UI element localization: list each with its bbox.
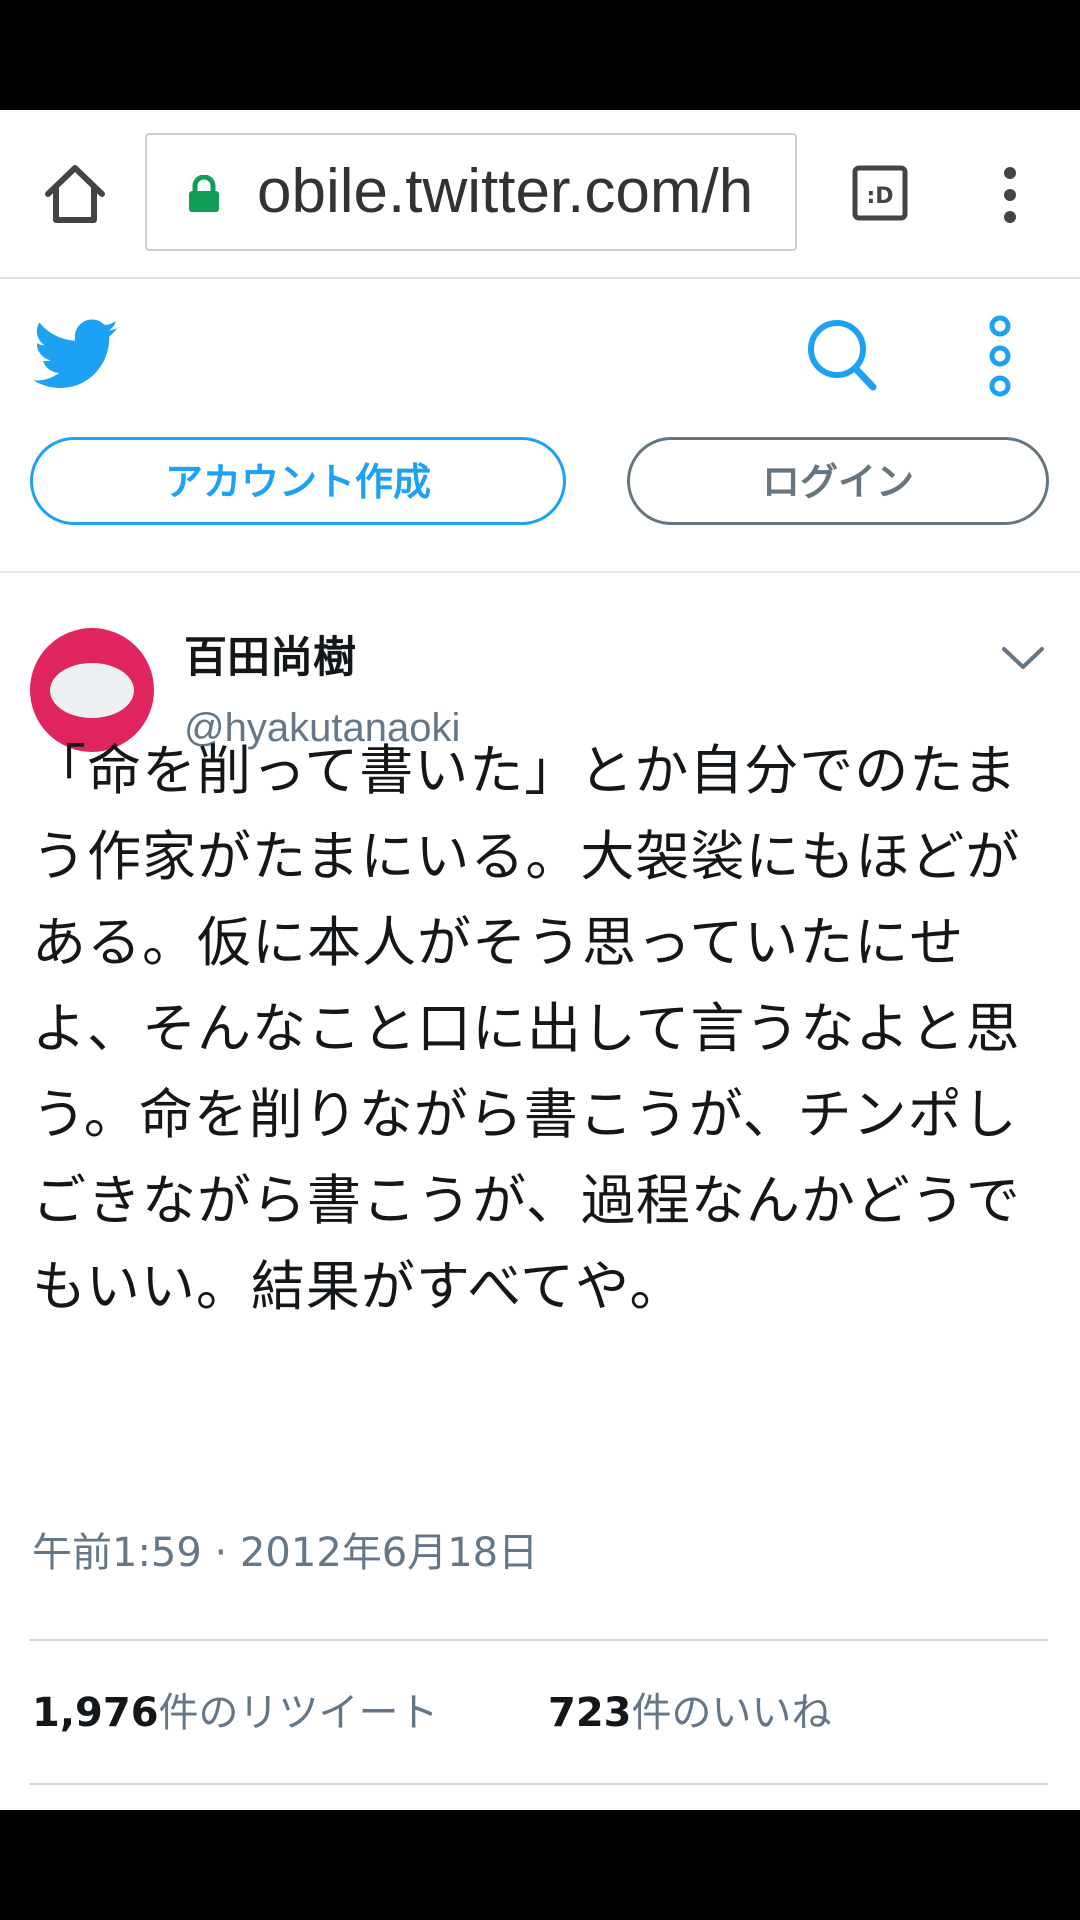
- address-bar[interactable]: obile.twitter.com/h: [145, 133, 797, 251]
- retweet-count-label: リツイート: [238, 1690, 439, 1736]
- like-count[interactable]: 723件のいいね: [548, 1688, 832, 1738]
- search-icon: [808, 320, 877, 391]
- login-button[interactable]: ログイン: [627, 437, 1049, 525]
- divider-top: [30, 1639, 1048, 1641]
- display-name[interactable]: 百田尚樹: [184, 628, 356, 688]
- url-fade: [745, 135, 795, 249]
- search-button[interactable]: [805, 317, 877, 393]
- lock-icon: [189, 175, 219, 212]
- retweet-count-number: 1,976: [32, 1690, 159, 1736]
- chevron-down-icon[interactable]: [1000, 643, 1046, 673]
- home-icon: [45, 165, 105, 223]
- avatar-default-egg: [50, 663, 134, 718]
- screen: obile.twitter.com/h :D アカウント作成 ログイン 百田尚樹…: [0, 110, 1080, 1810]
- tweet: 百田尚樹 @hyakutanaoki 「命を削って書いた」とか自分でのたまう作家…: [0, 573, 1080, 1810]
- tweet-timestamp[interactable]: 午前1:59 · 2012年6月18日: [32, 1528, 538, 1578]
- like-count-label: いいね: [711, 1690, 832, 1736]
- like-count-number: 723: [548, 1690, 632, 1736]
- svg-text::D: :D: [866, 184, 893, 209]
- retweet-count[interactable]: 1,976件のリツイート: [32, 1688, 439, 1738]
- divider-bottom: [30, 1783, 1048, 1785]
- like-count-unit: 件の: [631, 1690, 712, 1736]
- more-vertical-icon: [989, 315, 1011, 397]
- home-button[interactable]: [40, 160, 110, 230]
- browser-menu-button[interactable]: [995, 165, 1025, 225]
- tweet-text: 「命を削って書いた」とか自分でのたまう作家がたまにいる。大袈裟にもほどがある。仮…: [32, 739, 1021, 1318]
- retweet-count-unit: 件の: [158, 1690, 239, 1736]
- tab-switcher-icon: :D: [852, 165, 908, 221]
- signup-button[interactable]: アカウント作成: [30, 437, 566, 525]
- overflow-menu-icon: [1004, 167, 1016, 223]
- twitter-bird-icon[interactable]: [34, 319, 120, 391]
- twitter-header: アカウント作成 ログイン: [0, 279, 1080, 573]
- url-text: obile.twitter.com/h: [257, 157, 754, 226]
- browser-toolbar: obile.twitter.com/h :D: [0, 110, 1080, 279]
- more-options-button[interactable]: [985, 314, 1015, 398]
- tab-switcher-button[interactable]: :D: [852, 165, 908, 221]
